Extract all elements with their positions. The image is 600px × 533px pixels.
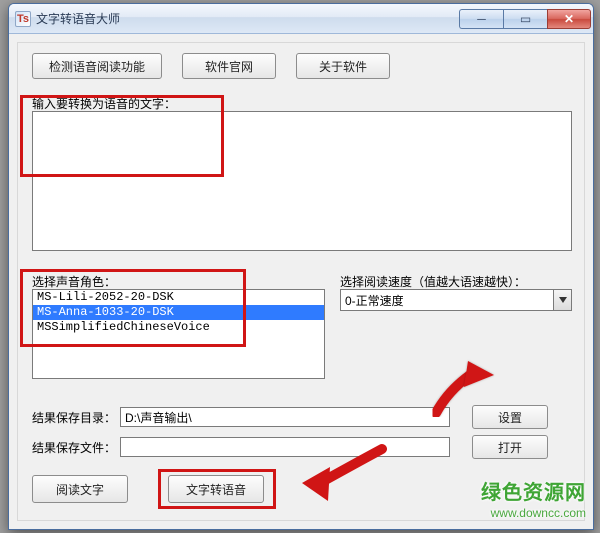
window-controls: ─ ▭ ✕ (459, 9, 593, 29)
input-text-label: 输入要转换为语音的文字： (32, 95, 176, 112)
chevron-down-icon[interactable] (554, 289, 572, 311)
minimize-icon: ─ (477, 13, 486, 25)
top-toolbar: 检测语音阅读功能 软件官网 关于软件 (32, 53, 390, 79)
input-textarea-wrap (32, 111, 572, 251)
list-item[interactable]: MS-Lili-2052-20-DSK (33, 290, 324, 305)
speed-select-label: 选择阅读速度（值越大语速越快）： (340, 273, 526, 290)
settings-button[interactable]: 设置 (472, 405, 548, 429)
output-file-label: 结果保存文件： (32, 439, 120, 456)
read-text-button[interactable]: 阅读文字 (32, 475, 128, 503)
voice-select-label: 选择声音角色： (32, 273, 116, 290)
app-window: Ts 文字转语音大师 ─ ▭ ✕ 检测语音阅读功能 软件官网 关于软件 输入要转… (8, 3, 594, 530)
list-item[interactable]: MS-Anna-1033-20-DSK (33, 305, 324, 320)
speed-value: 0-正常速度 (340, 289, 554, 311)
app-icon: Ts (15, 11, 31, 27)
minimize-button[interactable]: ─ (459, 9, 503, 29)
close-button[interactable]: ✕ (547, 9, 591, 29)
output-file-row: 结果保存文件： 打开 (32, 435, 548, 459)
list-item[interactable]: MSSimplifiedChineseVoice (33, 320, 324, 335)
voice-listbox[interactable]: MS-Lili-2052-20-DSK MS-Anna-1033-20-DSK … (32, 289, 325, 379)
output-dir-row: 结果保存目录： D:\声音输出\ 设置 (32, 405, 548, 429)
bottom-toolbar: 阅读文字 文字转语音 (32, 475, 264, 503)
titlebar[interactable]: Ts 文字转语音大师 ─ ▭ ✕ (9, 4, 593, 34)
main-frame: 检测语音阅读功能 软件官网 关于软件 输入要转换为语音的文字： 选择声音角色： … (17, 42, 585, 521)
output-file-input[interactable] (120, 437, 450, 457)
client-area: 检测语音阅读功能 软件官网 关于软件 输入要转换为语音的文字： 选择声音角色： … (9, 34, 593, 529)
convert-button[interactable]: 文字转语音 (168, 475, 264, 503)
input-textarea[interactable] (33, 112, 571, 250)
about-button[interactable]: 关于软件 (296, 53, 390, 79)
output-dir-input[interactable]: D:\声音输出\ (120, 407, 450, 427)
window-title: 文字转语音大师 (36, 10, 120, 27)
detect-voice-button[interactable]: 检测语音阅读功能 (32, 53, 162, 79)
official-site-button[interactable]: 软件官网 (182, 53, 276, 79)
close-icon: ✕ (564, 13, 574, 25)
maximize-button[interactable]: ▭ (503, 9, 547, 29)
maximize-icon: ▭ (520, 13, 531, 25)
open-button[interactable]: 打开 (472, 435, 548, 459)
speed-combobox[interactable]: 0-正常速度 (340, 289, 572, 311)
output-dir-label: 结果保存目录： (32, 409, 120, 426)
